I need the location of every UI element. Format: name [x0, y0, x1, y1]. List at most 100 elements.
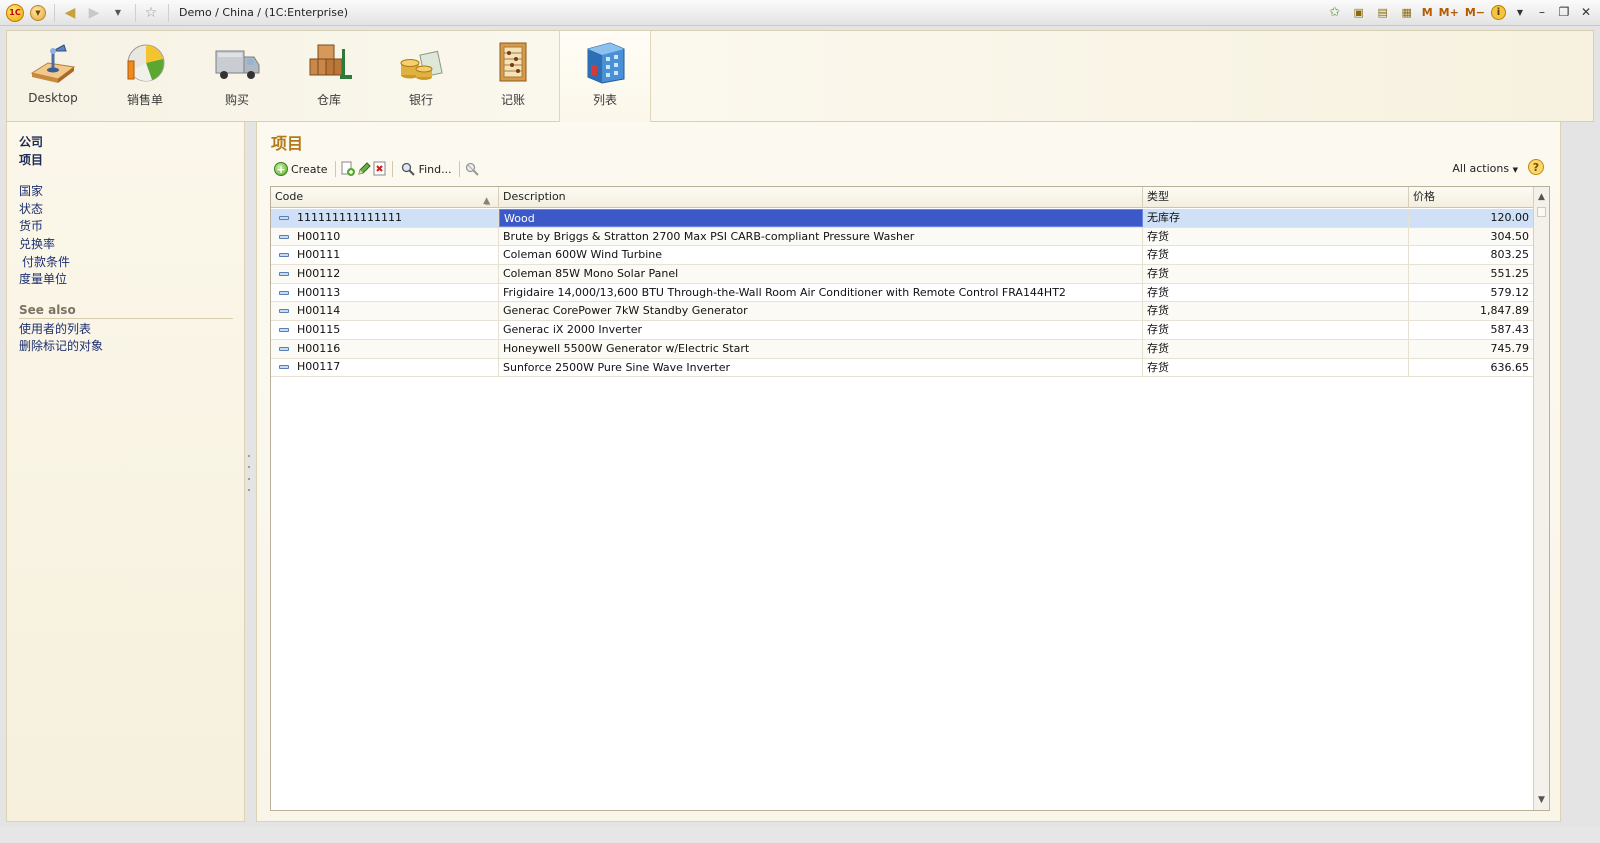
cell-code[interactable]: H00114: [271, 302, 499, 321]
column-header-code[interactable]: Code ▲̲: [271, 187, 499, 208]
cell-code[interactable]: H00117: [271, 358, 499, 377]
sort-ascending-icon: ▲̲: [483, 196, 490, 206]
panel-splitter-handle[interactable]: [246, 455, 251, 491]
cell-code[interactable]: 111111111111111: [271, 209, 499, 227]
nav-item-items[interactable]: 项目: [19, 152, 244, 170]
nav-item-currencies[interactable]: 货币: [19, 218, 244, 236]
back-arrow-icon[interactable]: ◀: [61, 4, 79, 22]
close-button[interactable]: ✕: [1578, 5, 1594, 19]
memory-m-button[interactable]: M: [1422, 6, 1433, 19]
favorites-list-icon[interactable]: ▣: [1350, 3, 1368, 21]
cell-description[interactable]: Wood: [499, 209, 1143, 227]
nav-item-units-of-measure[interactable]: 度量单位: [19, 271, 244, 289]
add-to-favorites-icon[interactable]: ✩: [1326, 3, 1344, 21]
column-header-type[interactable]: 类型: [1143, 187, 1409, 208]
calendar-icon[interactable]: ▦: [1398, 3, 1416, 21]
nav-item-statuses[interactable]: 状态: [19, 201, 244, 219]
table-row[interactable]: H00111 Coleman 600W Wind Turbine 存货 803.…: [271, 246, 1534, 266]
find-button[interactable]: Find...: [397, 161, 455, 177]
history-dropdown-icon[interactable]: ▼: [109, 4, 127, 22]
see-also-marked-for-deletion[interactable]: 删除标记的对象: [19, 338, 244, 356]
cell-type[interactable]: 存货: [1143, 358, 1409, 377]
cell-description[interactable]: Frigidaire 14,000/13,600 BTU Through-the…: [499, 283, 1143, 302]
cell-type[interactable]: 存货: [1143, 283, 1409, 302]
cell-price[interactable]: 587.43: [1409, 321, 1534, 339]
cell-description[interactable]: Generac CorePower 7kW Standby Generator: [499, 302, 1143, 321]
table-row[interactable]: 111111111111111 Wood 无库存 120.00: [271, 209, 1534, 228]
scrollbar-thumb[interactable]: [1537, 207, 1546, 217]
cell-code[interactable]: H00111: [271, 246, 499, 265]
cell-price[interactable]: 579.12: [1409, 283, 1534, 302]
section-sales[interactable]: 销售单: [99, 31, 191, 121]
table-row[interactable]: H00113 Frigidaire 14,000/13,600 BTU Thro…: [271, 283, 1534, 303]
section-purchase[interactable]: 购买: [191, 31, 283, 121]
cell-price[interactable]: 551.25: [1409, 265, 1534, 283]
section-accounting[interactable]: 记账: [467, 31, 559, 121]
cancel-search-icon[interactable]: [464, 161, 480, 177]
nav-item-company[interactable]: 公司: [19, 134, 244, 152]
cell-type[interactable]: 存货: [1143, 321, 1409, 339]
cell-description[interactable]: Brute by Briggs & Stratton 2700 Max PSI …: [499, 227, 1143, 246]
forward-arrow-icon[interactable]: ▶: [85, 4, 103, 22]
table-row[interactable]: H00110 Brute by Briggs & Stratton 2700 M…: [271, 227, 1534, 247]
memory-plus-button[interactable]: M+: [1439, 6, 1459, 19]
column-header-description[interactable]: Description: [499, 187, 1143, 208]
cell-price[interactable]: 745.79: [1409, 339, 1534, 358]
cell-code[interactable]: H00113: [271, 283, 499, 302]
favorites-star-icon[interactable]: ☆: [142, 4, 160, 22]
app-logo-icon[interactable]: 1C: [6, 3, 24, 22]
vertical-scrollbar[interactable]: ▲ ▼: [1533, 187, 1549, 810]
scroll-down-arrow-icon[interactable]: ▼: [1534, 792, 1549, 808]
section-desktop[interactable]: Desktop: [7, 31, 99, 121]
cell-code[interactable]: H00116: [271, 339, 499, 358]
cell-description[interactable]: Coleman 85W Mono Solar Panel: [499, 265, 1143, 283]
table-row[interactable]: H00116 Honeywell 5500W Generator w/Elect…: [271, 339, 1534, 359]
nav-item-exchange-rates[interactable]: 兑换率: [19, 236, 244, 254]
cell-price[interactable]: 304.50: [1409, 227, 1534, 246]
main-menu-button[interactable]: ▼: [30, 4, 46, 21]
section-lists[interactable]: 列表: [559, 31, 651, 122]
restore-button[interactable]: ❐: [1556, 5, 1572, 19]
cell-type[interactable]: 存货: [1143, 339, 1409, 358]
cell-type[interactable]: 存货: [1143, 265, 1409, 283]
info-dropdown-icon[interactable]: ▼: [1512, 8, 1528, 17]
item-icon: [279, 309, 289, 314]
table-row[interactable]: H00117 Sunforce 2500W Pure Sine Wave Inv…: [271, 358, 1534, 378]
cell-type[interactable]: 存货: [1143, 246, 1409, 265]
cell-price[interactable]: 1,847.89: [1409, 302, 1534, 321]
calculator-icon[interactable]: ▤: [1374, 3, 1392, 21]
cell-type[interactable]: 无库存: [1143, 209, 1409, 227]
table-row[interactable]: H00112 Coleman 85W Mono Solar Panel 存货 5…: [271, 265, 1534, 284]
section-bank[interactable]: 银行: [375, 31, 467, 121]
copy-icon[interactable]: [340, 161, 356, 177]
cell-price[interactable]: 636.65: [1409, 358, 1534, 377]
cell-description[interactable]: Honeywell 5500W Generator w/Electric Sta…: [499, 339, 1143, 358]
table-row[interactable]: H00115 Generac iX 2000 Inverter 存货 587.4…: [271, 321, 1534, 340]
memory-minus-button[interactable]: M−: [1465, 6, 1485, 19]
edit-pencil-icon[interactable]: [356, 161, 372, 177]
see-also-users-list[interactable]: 使用者的列表: [19, 321, 244, 339]
cell-price[interactable]: 803.25: [1409, 246, 1534, 265]
nav-item-countries[interactable]: 国家: [19, 183, 244, 201]
cell-code[interactable]: H00115: [271, 321, 499, 339]
help-icon[interactable]: ?: [1528, 159, 1544, 175]
create-button[interactable]: + Create: [271, 162, 331, 176]
cell-code[interactable]: H00110: [271, 227, 499, 246]
scroll-up-arrow-icon[interactable]: ▲: [1534, 189, 1549, 205]
cell-description[interactable]: Sunforce 2500W Pure Sine Wave Inverter: [499, 358, 1143, 377]
cell-type[interactable]: 存货: [1143, 227, 1409, 246]
cell-description[interactable]: Generac iX 2000 Inverter: [499, 321, 1143, 339]
cell-code[interactable]: H00112: [271, 265, 499, 283]
table-row[interactable]: H00114 Generac CorePower 7kW Standby Gen…: [271, 302, 1534, 322]
section-warehouse[interactable]: 仓库: [283, 31, 375, 121]
cell-type[interactable]: 存货: [1143, 302, 1409, 321]
cell-description[interactable]: Coleman 600W Wind Turbine: [499, 246, 1143, 265]
all-actions-menu[interactable]: All actions ▼: [1452, 162, 1518, 175]
info-icon[interactable]: i: [1491, 4, 1506, 20]
nav-item-payment-terms[interactable]: 付款条件: [19, 254, 244, 272]
minimize-button[interactable]: –: [1534, 5, 1550, 19]
column-header-price[interactable]: 价格: [1409, 187, 1534, 208]
cell-price[interactable]: 120.00: [1409, 209, 1534, 227]
item-icon: [279, 346, 289, 351]
delete-mark-icon[interactable]: [372, 161, 388, 177]
